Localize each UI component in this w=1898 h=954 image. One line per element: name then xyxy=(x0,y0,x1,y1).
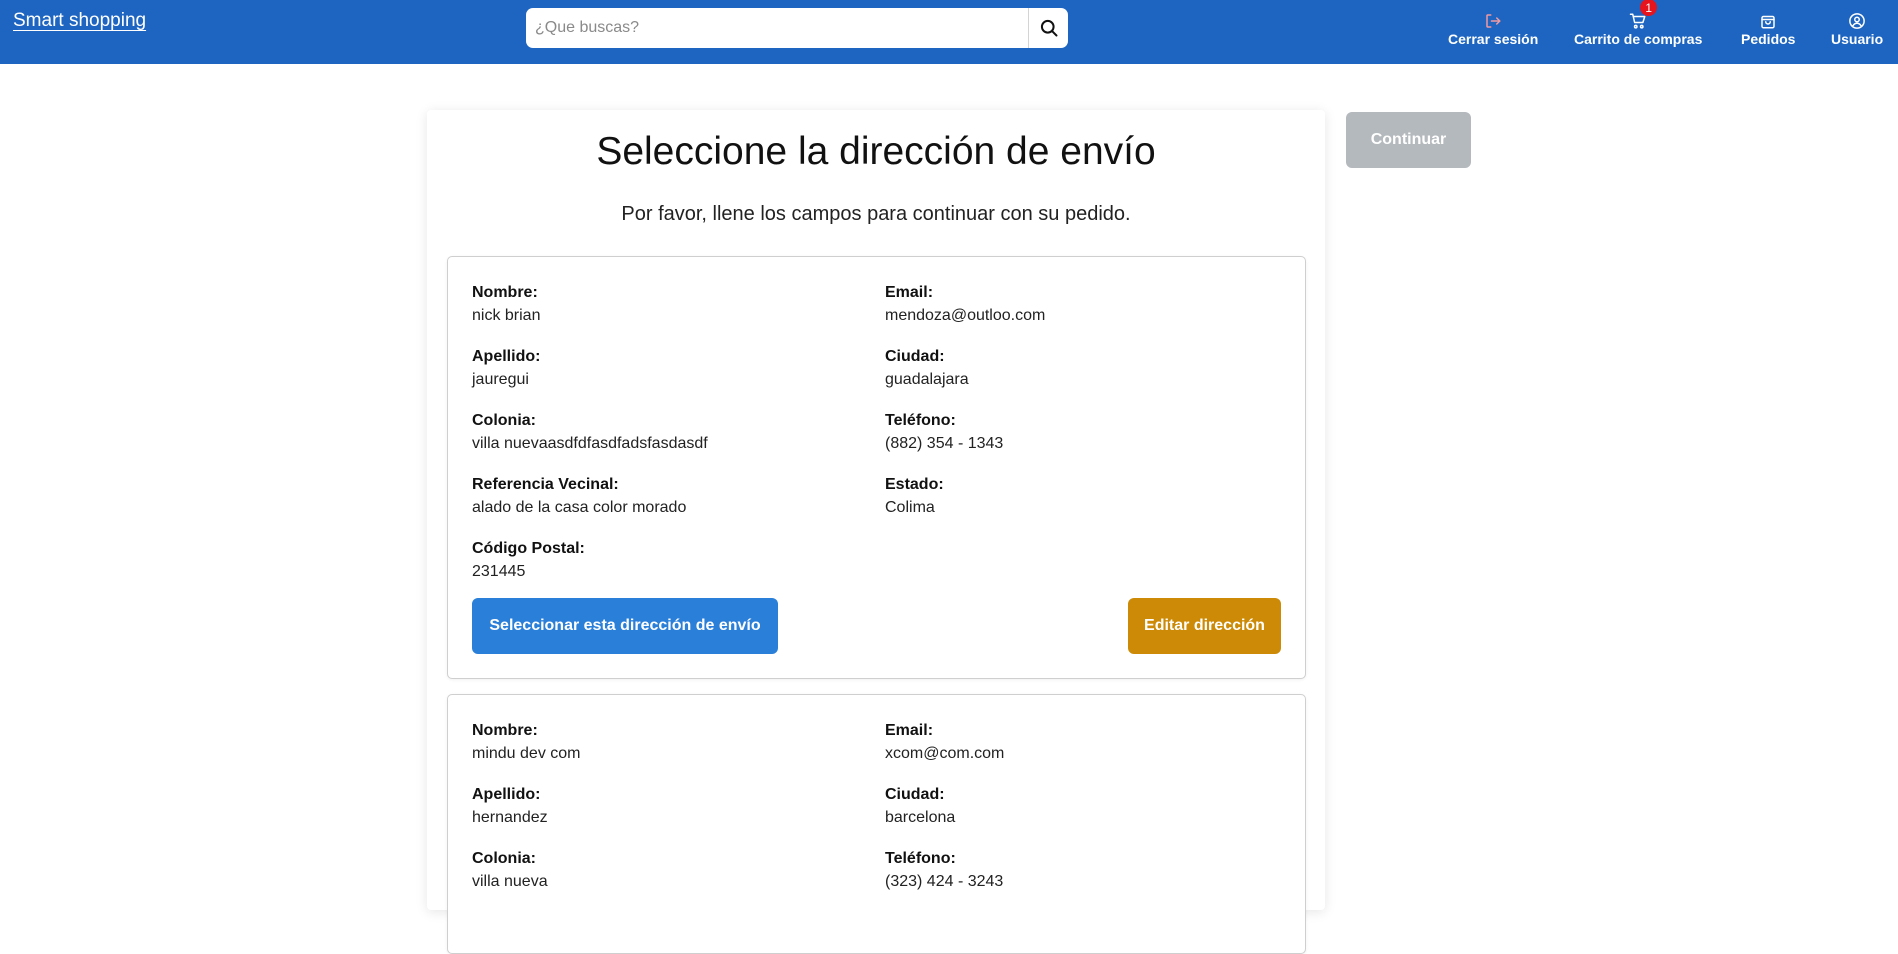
field-value: villa nuevaasdfdfasdfadsfasdasdf xyxy=(472,435,708,452)
field-value: mindu dev com xyxy=(472,745,581,762)
field-label: Email: xyxy=(885,284,934,301)
cart-count-badge: 1 xyxy=(1640,0,1658,16)
search-icon xyxy=(1040,19,1057,37)
field-label: Apellido: xyxy=(472,786,541,803)
address-left-column: Nombre: nick brian Apellido: jauregui Co… xyxy=(472,283,708,603)
field-value: hernandez xyxy=(472,809,548,826)
field-apellido: Apellido: jauregui xyxy=(472,347,708,411)
select-address-button[interactable]: Seleccionar esta dirección de envío xyxy=(472,598,778,654)
field-telefono: Teléfono: (323) 424 - 3243 xyxy=(885,849,1004,913)
nav-user[interactable]: Usuario xyxy=(1831,8,1883,47)
logout-icon xyxy=(1486,14,1501,28)
field-label: Teléfono: xyxy=(885,850,956,867)
field-label: Colonia: xyxy=(472,850,536,867)
nav-logout[interactable]: Cerrar sesión xyxy=(1448,8,1538,47)
field-email: Email: mendoza@outloo.com xyxy=(885,283,1045,347)
field-label: Ciudad: xyxy=(885,786,945,803)
field-estado: Estado: Colima xyxy=(885,475,1045,539)
page-subtitle: Por favor, llene los campos para continu… xyxy=(621,203,1131,225)
field-value: guadalajara xyxy=(885,371,969,388)
field-value: (882) 354 - 1343 xyxy=(885,435,1004,452)
nav-cart[interactable]: 1 Carrito de compras xyxy=(1574,0,1703,47)
field-email: Email: xcom@com.com xyxy=(885,721,1004,785)
field-colonia: Colonia: villa nuevaasdfdfasdfadsfasdasd… xyxy=(472,411,708,475)
field-codigo-postal: Código Postal: 231445 xyxy=(472,539,708,603)
field-label: Teléfono: xyxy=(885,412,956,429)
page-title: Seleccione la dirección de envío xyxy=(596,130,1156,173)
field-ciudad: Ciudad: barcelona xyxy=(885,785,1004,849)
nav-orders-label: Pedidos xyxy=(1741,31,1796,47)
search-bar xyxy=(526,8,1068,48)
address-left-column: Nombre: mindu dev com Apellido: hernande… xyxy=(472,721,581,913)
field-apellido: Apellido: hernandez xyxy=(472,785,581,849)
field-value: barcelona xyxy=(885,809,956,826)
field-label: Código Postal: xyxy=(472,540,585,557)
field-label: Apellido: xyxy=(472,348,541,365)
field-colonia: Colonia: villa nueva xyxy=(472,849,581,913)
field-label: Referencia Vecinal: xyxy=(472,476,619,493)
field-nombre: Nombre: nick brian xyxy=(472,283,708,347)
field-telefono: Teléfono: (882) 354 - 1343 xyxy=(885,411,1045,475)
top-navbar: Smart shopping Cerrar sesión 1 Carrito d… xyxy=(0,0,1898,64)
field-value: alado de la casa color morado xyxy=(472,499,687,516)
address-right-column: Email: xcom@com.com Ciudad: barcelona Te… xyxy=(885,721,1004,913)
field-value: xcom@com.com xyxy=(885,745,1005,762)
field-referencia: Referencia Vecinal: alado de la casa col… xyxy=(472,475,708,539)
field-label: Email: xyxy=(885,722,934,739)
field-value: nick brian xyxy=(472,307,541,324)
continue-button[interactable]: Continuar xyxy=(1346,112,1471,168)
search-button[interactable] xyxy=(1028,8,1068,48)
user-circle-icon xyxy=(1849,13,1865,29)
nav-cart-label: Carrito de compras xyxy=(1574,31,1703,47)
field-value: jauregui xyxy=(472,371,529,388)
nav-logout-label: Cerrar sesión xyxy=(1448,31,1539,47)
nav-orders[interactable]: Pedidos xyxy=(1741,8,1795,47)
field-label: Nombre: xyxy=(472,284,538,301)
address-right-column: Email: mendoza@outloo.com Ciudad: guadal… xyxy=(885,283,1045,539)
field-value: (323) 424 - 3243 xyxy=(885,873,1004,890)
field-label: Estado: xyxy=(885,476,944,493)
address-card: Nombre: nick brian Apellido: jauregui Co… xyxy=(447,256,1306,679)
nav-user-label: Usuario xyxy=(1831,31,1884,47)
search-input[interactable] xyxy=(526,8,1028,48)
shopping-bag-icon xyxy=(1761,15,1775,29)
field-value: villa nueva xyxy=(472,873,548,890)
field-label: Nombre: xyxy=(472,722,538,739)
field-ciudad: Ciudad: guadalajara xyxy=(885,347,1045,411)
field-label: Ciudad: xyxy=(885,348,945,365)
field-nombre: Nombre: mindu dev com xyxy=(472,721,581,785)
field-label: Colonia: xyxy=(472,412,536,429)
brand-link[interactable]: Smart shopping xyxy=(13,10,146,32)
field-value: mendoza@outloo.com xyxy=(885,307,1046,324)
address-card: Nombre: mindu dev com Apellido: hernande… xyxy=(447,694,1306,954)
edit-address-button[interactable]: Editar dirección xyxy=(1128,598,1281,654)
field-value: Colima xyxy=(885,499,935,516)
field-value: 231445 xyxy=(472,563,526,580)
